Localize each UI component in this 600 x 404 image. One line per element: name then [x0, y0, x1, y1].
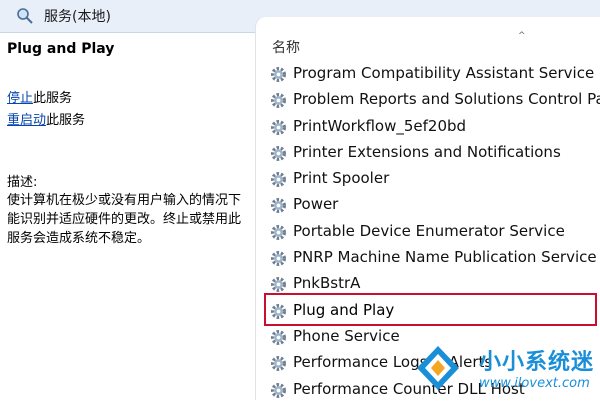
service-row[interactable]: Portable Device Enumerator Service	[256, 219, 600, 245]
service-gear-icon	[269, 170, 288, 189]
service-name-label: Phone Service	[293, 326, 400, 345]
service-name-label: Program Compatibility Assistant Service	[293, 64, 595, 82]
service-gear-icon	[269, 118, 288, 137]
service-row[interactable]: Printer Extensions and Notifications	[256, 140, 600, 166]
watermark-url: www.ilovext.com	[479, 376, 590, 391]
service-gear-icon	[269, 354, 288, 373]
service-row[interactable]: Problem Reports and Solutions Control Pa…	[256, 87, 600, 113]
service-gear-icon	[269, 328, 288, 347]
service-name-label: Plug and Play	[293, 300, 395, 319]
service-gear-icon	[269, 144, 288, 163]
service-name-label: Problem Reports and Solutions Control Pa…	[293, 90, 600, 109]
restart-action: 重启动此服务	[7, 109, 85, 128]
name-column-header[interactable]: 名称	[272, 37, 300, 57]
service-gear-icon	[269, 381, 288, 400]
stop-action-suffix: 此服务	[33, 91, 73, 106]
service-row[interactable]: Power	[256, 192, 600, 218]
restart-service-link[interactable]: 重启动	[7, 113, 46, 128]
service-name-label: Power	[293, 195, 339, 214]
service-name-label: Print Spooler	[293, 169, 390, 188]
magnifier-icon	[17, 8, 33, 24]
stop-action: 停止此服务	[7, 87, 72, 106]
header-title: 服务(本地)	[44, 9, 111, 25]
restart-action-suffix: 此服务	[46, 113, 86, 128]
watermark-logo-icon	[417, 346, 459, 390]
service-description-panel: Plug and Play 停止此服务 重启动此服务 描述: 使计算机在极少或没…	[0, 33, 256, 400]
service-gear-icon	[269, 65, 288, 84]
service-gear-icon	[269, 223, 288, 242]
service-row[interactable]: Print Spooler	[256, 166, 600, 192]
stop-service-link[interactable]: 停止	[7, 91, 33, 106]
service-row[interactable]: PnkBstrA	[256, 271, 600, 297]
service-row[interactable]: Program Compatibility Assistant Service	[256, 61, 600, 87]
service-gear-icon	[269, 196, 288, 215]
description-text: 使计算机在极少或没有用户输入的情况下能识别并适应硬件的更改。终止或禁用此服务会造…	[7, 193, 242, 246]
service-name-label: Printer Extensions and Notifications	[293, 142, 561, 161]
service-row[interactable]: Plug and Play	[256, 298, 600, 324]
sort-indicator-icon: ^	[518, 31, 526, 41]
description-label: 描述:	[7, 175, 38, 190]
service-name-label: PNRP Machine Name Publication Service	[293, 248, 597, 267]
service-gear-icon	[269, 91, 288, 110]
service-gear-icon	[269, 275, 288, 294]
service-row[interactable]: PNRP Machine Name Publication Service	[256, 245, 600, 271]
watermark-text: 小小系统迷	[479, 350, 595, 375]
service-gear-icon	[269, 249, 288, 268]
service-name-label: PrintWorkflow_5ef20bd	[293, 116, 467, 135]
service-name-label: PnkBstrA	[293, 274, 361, 293]
service-name-label: Portable Device Enumerator Service	[293, 221, 565, 240]
service-row[interactable]: PrintWorkflow_5ef20bd	[256, 114, 600, 140]
service-name: Plug and Play	[7, 41, 115, 57]
service-gear-icon	[269, 302, 288, 321]
watermark: 小小系统迷 www.ilovext.com	[415, 340, 600, 400]
